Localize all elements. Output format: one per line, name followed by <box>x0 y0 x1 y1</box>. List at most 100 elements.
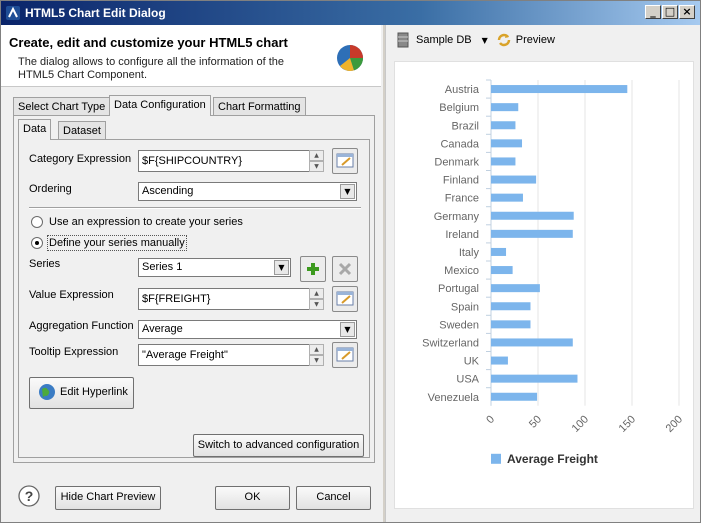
bar[interactable] <box>491 338 573 347</box>
category-label: Belgium <box>439 102 479 114</box>
delete-icon <box>338 262 352 276</box>
tooltip-expression-editor-button[interactable] <box>332 342 358 368</box>
tab-dataset[interactable]: Dataset <box>58 121 106 140</box>
add-series-button[interactable] <box>300 256 326 282</box>
minimize-button[interactable]: _ <box>645 5 661 19</box>
tooltip-spinner[interactable]: ▲ ▼ <box>309 344 324 366</box>
bar[interactable] <box>491 85 628 94</box>
preview-label[interactable]: Preview <box>516 34 555 46</box>
x-tick-label: 200 <box>664 413 685 434</box>
preview-toolbar: Sample DB ▼ Preview <box>396 32 555 48</box>
category-label: Brazil <box>451 120 479 132</box>
title-bar[interactable]: HTML5 Chart Edit Dialog _ □ × <box>1 1 700 25</box>
category-label: Germany <box>434 211 480 223</box>
data-source-label[interactable]: Sample DB <box>416 34 472 46</box>
bar[interactable] <box>491 302 531 311</box>
chevron-down-icon[interactable]: ▼ <box>274 260 289 275</box>
data-configuration-panel: Data Dataset Category Expression $F{SHIP… <box>13 115 375 463</box>
maximize-button[interactable]: □ <box>662 5 678 19</box>
category-label: Switzerland <box>422 337 479 349</box>
bar[interactable] <box>491 103 519 112</box>
remove-series-button[interactable] <box>332 256 358 282</box>
config-pane: Create, edit and customize your HTML5 ch… <box>1 25 383 522</box>
tab-select-chart-type[interactable]: Select Chart Type <box>13 97 111 116</box>
category-label: Portugal <box>438 283 479 295</box>
bar[interactable] <box>491 139 523 148</box>
radio-expression-label[interactable]: Use an expression to create your series <box>49 216 243 228</box>
value-expression-input[interactable]: $F{FREIGHT} <box>138 288 310 310</box>
bar[interactable] <box>491 374 578 383</box>
category-label: Denmark <box>434 156 479 168</box>
ok-button[interactable]: OK <box>215 486 290 510</box>
bar[interactable] <box>491 211 574 220</box>
globe-icon <box>39 384 55 401</box>
divider <box>29 207 361 209</box>
value-expression-label: Value Expression <box>29 289 114 301</box>
category-label: Finland <box>443 175 479 187</box>
bar[interactable] <box>491 320 531 329</box>
close-button[interactable]: × <box>679 5 695 19</box>
dialog-header: Create, edit and customize your HTML5 ch… <box>1 25 381 87</box>
legend-swatch[interactable] <box>491 453 501 464</box>
bar[interactable] <box>491 175 537 184</box>
ordering-select[interactable]: Ascending ▼ <box>138 182 357 201</box>
preview-pane: Sample DB ▼ Preview 0 50 100 150 200 Austria B… <box>385 25 700 522</box>
category-label: Austria <box>445 84 480 96</box>
chevron-down-icon[interactable]: ▼ <box>340 184 355 199</box>
expression-editor-icon <box>336 347 354 362</box>
category-label: UK <box>464 356 480 368</box>
plus-icon <box>307 263 319 275</box>
cancel-button[interactable]: Cancel <box>296 486 371 510</box>
value-expression-editor-button[interactable] <box>332 286 358 312</box>
category-spinner[interactable]: ▲ ▼ <box>309 150 324 172</box>
bar[interactable] <box>491 229 573 238</box>
aggregation-function-select[interactable]: Average ▼ <box>138 320 357 339</box>
svg-text:?: ? <box>25 488 34 504</box>
x-tick-label: 150 <box>617 413 638 434</box>
category-label: Spain <box>451 301 479 313</box>
tab-data-configuration[interactable]: Data Configuration <box>109 95 211 116</box>
tooltip-expression-input[interactable]: "Average Freight" <box>138 344 310 366</box>
bar[interactable] <box>491 157 516 166</box>
radio-expression-series[interactable] <box>31 216 43 228</box>
app-icon <box>6 6 20 20</box>
dialog-window: HTML5 Chart Edit Dialog _ □ × Create, ed… <box>0 0 701 523</box>
bar-chart: 0 50 100 150 200 Austria Belgium Brazil Canada De… <box>422 79 685 466</box>
hide-chart-preview-button[interactable]: Hide Chart Preview <box>55 486 161 510</box>
chevron-down-icon[interactable]: ▼ <box>340 322 355 337</box>
bar[interactable] <box>491 266 513 275</box>
category-label: Mexico <box>444 265 479 277</box>
x-tick-label: 50 <box>527 413 544 430</box>
refresh-icon[interactable] <box>496 32 512 48</box>
expression-editor-icon <box>336 291 354 306</box>
tab-data[interactable]: Data <box>18 119 52 140</box>
radio-manual-label[interactable]: Define your series manually <box>47 235 187 251</box>
series-select[interactable]: Series 1 ▼ <box>138 258 291 277</box>
bar[interactable] <box>491 121 516 130</box>
chart-preview: 0 50 100 150 200 Austria Belgium Brazil Canada De… <box>394 61 694 509</box>
category-label: Venezuela <box>428 392 480 404</box>
bar[interactable] <box>491 356 508 365</box>
window-title: HTML5 Chart Edit Dialog <box>25 6 166 20</box>
tab-chart-formatting[interactable]: Chart Formatting <box>213 97 306 116</box>
category-expression-editor-button[interactable] <box>332 148 358 174</box>
data-source-dropdown-icon[interactable]: ▼ <box>482 36 488 45</box>
bar[interactable] <box>491 193 523 202</box>
bar[interactable] <box>491 284 540 293</box>
bar[interactable] <box>491 392 538 401</box>
series-value: Series 1 <box>142 261 183 273</box>
category-expression-input[interactable]: $F{SHIPCOUNTRY} <box>138 150 310 172</box>
edit-hyperlink-button[interactable]: Edit Hyperlink <box>29 377 134 409</box>
value-spinner[interactable]: ▲ ▼ <box>309 288 324 310</box>
category-label: France <box>445 193 479 205</box>
category-label: Canada <box>440 138 479 150</box>
expression-editor-icon <box>336 153 354 168</box>
advanced-configuration-button[interactable]: Switch to advanced configuration <box>193 434 364 457</box>
radio-manual-series[interactable] <box>31 237 43 249</box>
bar[interactable] <box>491 247 507 256</box>
database-icon <box>397 32 409 48</box>
help-icon[interactable]: ? <box>18 485 40 507</box>
edit-hyperlink-label: Edit Hyperlink <box>60 386 128 398</box>
category-label: USA <box>456 374 479 386</box>
legend-label[interactable]: Average Freight <box>507 452 598 466</box>
